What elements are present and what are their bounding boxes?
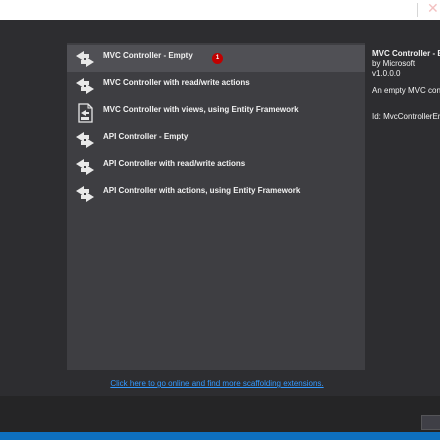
list-item-api-controller-read-write[interactable]: API Controller with read/write actions [67, 153, 365, 180]
status-bar [0, 432, 440, 440]
details-title: MVC Controller - E [372, 49, 440, 58]
api-controller-icon [76, 159, 94, 175]
window-top-bar: ✕ [0, 0, 440, 20]
mvc-views-ef-icon [78, 103, 93, 123]
details-author: by Microsoft [372, 59, 416, 68]
list-item-mvc-controller-views-ef[interactable]: MVC Controller with views, using Entity … [67, 99, 365, 126]
details-version: v1.0.0.0 [372, 69, 401, 78]
details-description: An empty MVC con [372, 86, 440, 95]
details-id: Id: MvcControllerEm [372, 112, 440, 121]
step-badge: 1 [212, 53, 223, 64]
list-item-label: API Controller with actions, using Entit… [103, 186, 301, 195]
dialog-footer [0, 396, 440, 432]
list-item-label: API Controller - Empty [103, 132, 189, 141]
api-controller-icon [76, 132, 94, 148]
list-item-label: API Controller with read/write actions [103, 159, 246, 168]
mvc-controller-icon [76, 78, 94, 94]
list-item-mvc-controller-empty[interactable]: MVC Controller - Empty 1 [67, 45, 365, 72]
details-panel: MVC Controller - E by Microsoft v1.0.0.0… [372, 49, 440, 121]
scaffold-list: MVC Controller - Empty 1 MVC Controller … [67, 43, 365, 370]
list-item-label: MVC Controller - Empty [103, 51, 193, 60]
list-item-label: MVC Controller with views, using Entity … [103, 105, 299, 114]
list-item-api-controller-actions-ef[interactable]: API Controller with actions, using Entit… [67, 180, 365, 207]
list-item-api-controller-empty[interactable]: API Controller - Empty [67, 126, 365, 153]
mvc-controller-icon [76, 51, 94, 67]
list-item-label: MVC Controller with read/write actions [103, 78, 250, 87]
online-extensions-link[interactable]: Click here to go online and find more sc… [0, 379, 434, 388]
add-button[interactable] [421, 415, 440, 430]
close-button[interactable]: ✕ [406, 0, 440, 20]
close-icon: ✕ [427, 0, 439, 16]
list-item-mvc-controller-read-write[interactable]: MVC Controller with read/write actions [67, 72, 365, 99]
api-controller-icon [76, 186, 94, 202]
